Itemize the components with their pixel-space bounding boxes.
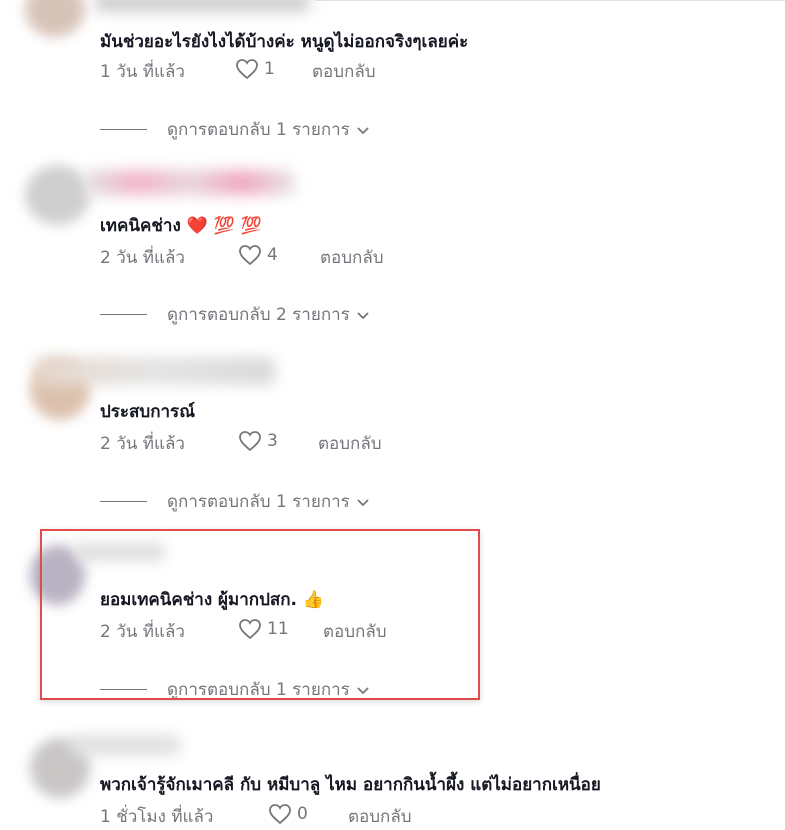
chevron-down-icon — [357, 498, 369, 506]
comment-item: ประสบการณ์ 2 วัน ที่แล้ว 3 ตอบกลับ ดูการ… — [0, 335, 785, 525]
reply-button[interactable]: ตอบกลับ — [318, 430, 382, 457]
like-button[interactable]: 4 — [238, 244, 278, 266]
divider-line — [100, 314, 147, 315]
view-replies-button[interactable]: ดูการตอบกลับ 2 รายการ — [100, 301, 370, 328]
view-replies-button[interactable]: ดูการตอบกลับ 1 รายการ — [100, 116, 370, 143]
like-button[interactable]: 3 — [238, 430, 278, 452]
username-blurred[interactable] — [95, 0, 310, 12]
view-replies-label: ดูการตอบกลับ 1 รายการ — [167, 120, 350, 140]
reply-button[interactable]: ตอบกลับ — [348, 803, 412, 830]
comment-item: พวกเจ้ารู้จักเมาคลี กับ หมีบาลู ไหม อยาก… — [0, 710, 785, 827]
comment-text: ประสบการณ์ — [100, 402, 195, 422]
like-count: 1 — [264, 59, 275, 79]
view-replies-label: ดูการตอบกลับ 2 รายการ — [167, 305, 350, 325]
avatar[interactable] — [25, 0, 85, 37]
like-button[interactable]: 1 — [235, 58, 275, 80]
highlight-box — [40, 529, 480, 700]
heart-outline-icon — [236, 59, 258, 80]
comment-time: 2 วัน ที่แล้ว — [100, 248, 185, 268]
heart-outline-icon — [239, 245, 261, 266]
like-count: 3 — [267, 431, 278, 451]
comment-item: เทคนิคช่าง ❤️ 💯 💯 2 วัน ที่แล้ว 4 ตอบกลั… — [0, 150, 785, 335]
avatar[interactable] — [25, 165, 90, 225]
divider-line — [100, 501, 147, 502]
username-blurred[interactable] — [35, 357, 275, 385]
comment-time: 1 ชั่วโมง ที่แล้ว — [100, 807, 214, 827]
chevron-down-icon — [357, 126, 369, 134]
reply-button[interactable]: ตอบกลับ — [320, 244, 384, 271]
comment-time: 2 วัน ที่แล้ว — [100, 434, 185, 454]
comment-text: พวกเจ้ารู้จักเมาคลี กับ หมีบาลู ไหม อยาก… — [100, 775, 601, 795]
comment-text: มันช่วยอะไรยังไงได้บ้างค่ะ หนูดูไม่ออกจร… — [100, 32, 469, 52]
comment-item: มันช่วยอะไรยังไงได้บ้างค่ะ หนูดูไม่ออกจร… — [0, 0, 785, 150]
heart-outline-icon — [239, 431, 261, 452]
comment-time: 1 วัน ที่แล้ว — [100, 62, 185, 82]
view-replies-label: ดูการตอบกลับ 1 รายการ — [167, 492, 350, 512]
comment-text: เทคนิคช่าง ❤️ 💯 💯 — [100, 216, 263, 236]
username-blurred[interactable] — [70, 735, 180, 755]
like-count: 0 — [297, 804, 308, 824]
chevron-down-icon — [357, 311, 369, 319]
view-replies-button[interactable]: ดูการตอบกลับ 1 รายการ — [100, 488, 370, 515]
username-blurred[interactable] — [85, 170, 295, 195]
divider-line — [100, 129, 147, 130]
like-count: 4 — [267, 245, 278, 265]
reply-button[interactable]: ตอบกลับ — [312, 58, 376, 85]
